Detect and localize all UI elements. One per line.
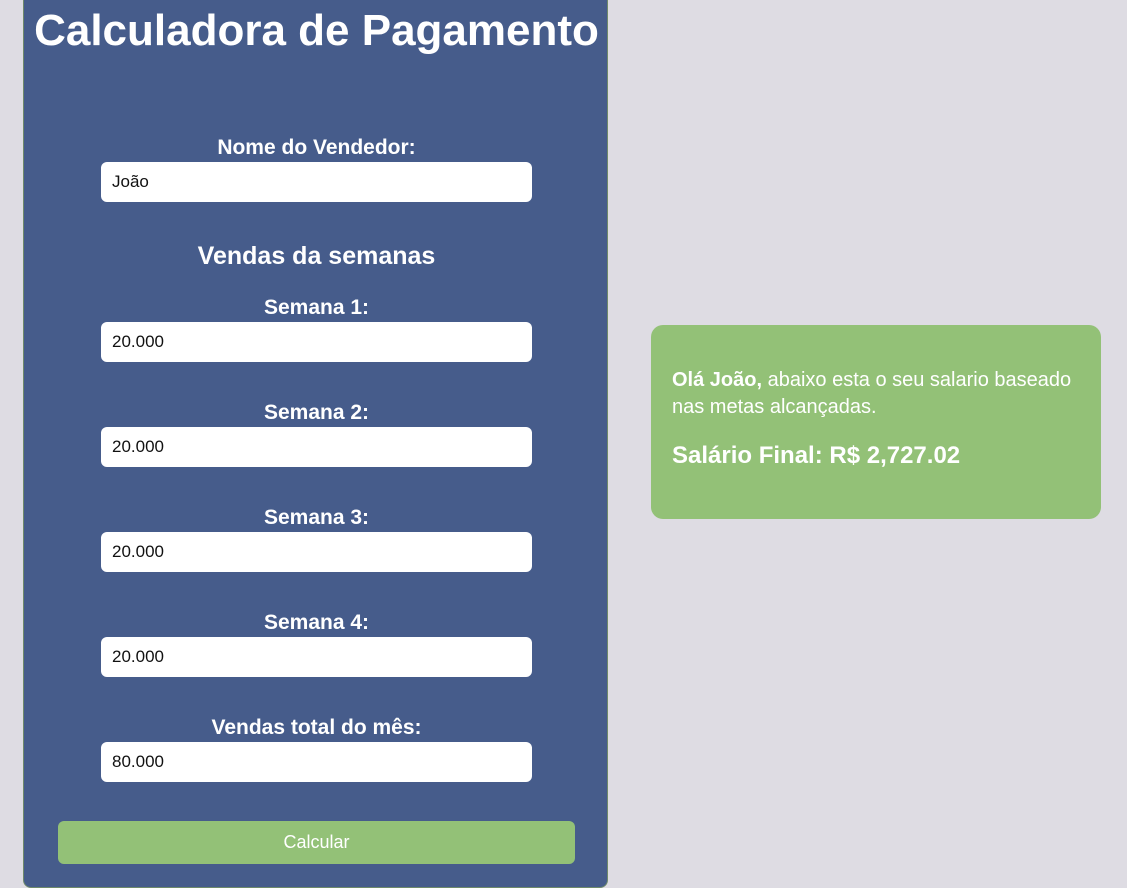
greeting-name: Olá João, <box>672 369 763 391</box>
calculator-panel: Calculadora de Pagamento Nome do Vendedo… <box>23 0 608 888</box>
week-4-label: Semana 4: <box>263 611 370 634</box>
seller-name-label: Nome do Vendedor: <box>217 136 416 159</box>
greeting-message: Olá João, abaixo esta o seu salario base… <box>672 367 1080 421</box>
monthly-total-label: Vendas total do mês: <box>211 716 422 739</box>
week-2-input[interactable] <box>101 427 532 467</box>
salary-result-card: Olá João, abaixo esta o seu salario base… <box>651 325 1101 519</box>
final-salary: Salário Final: R$ 2,727.02 <box>672 442 961 469</box>
seller-name-input[interactable] <box>101 162 532 202</box>
week-1-label: Semana 1: <box>263 296 370 319</box>
week-4-input[interactable] <box>101 637 532 677</box>
weekly-sales-heading: Vendas da semanas <box>197 242 436 270</box>
week-3-input[interactable] <box>101 532 532 572</box>
week-1-input[interactable] <box>101 322 532 362</box>
week-2-label: Semana 2: <box>263 401 370 424</box>
monthly-total-input[interactable] <box>101 742 532 782</box>
calculate-button[interactable]: Calcular <box>58 821 575 864</box>
page-title: Calculadora de Pagamento <box>34 6 599 55</box>
week-3-label: Semana 3: <box>263 506 370 529</box>
